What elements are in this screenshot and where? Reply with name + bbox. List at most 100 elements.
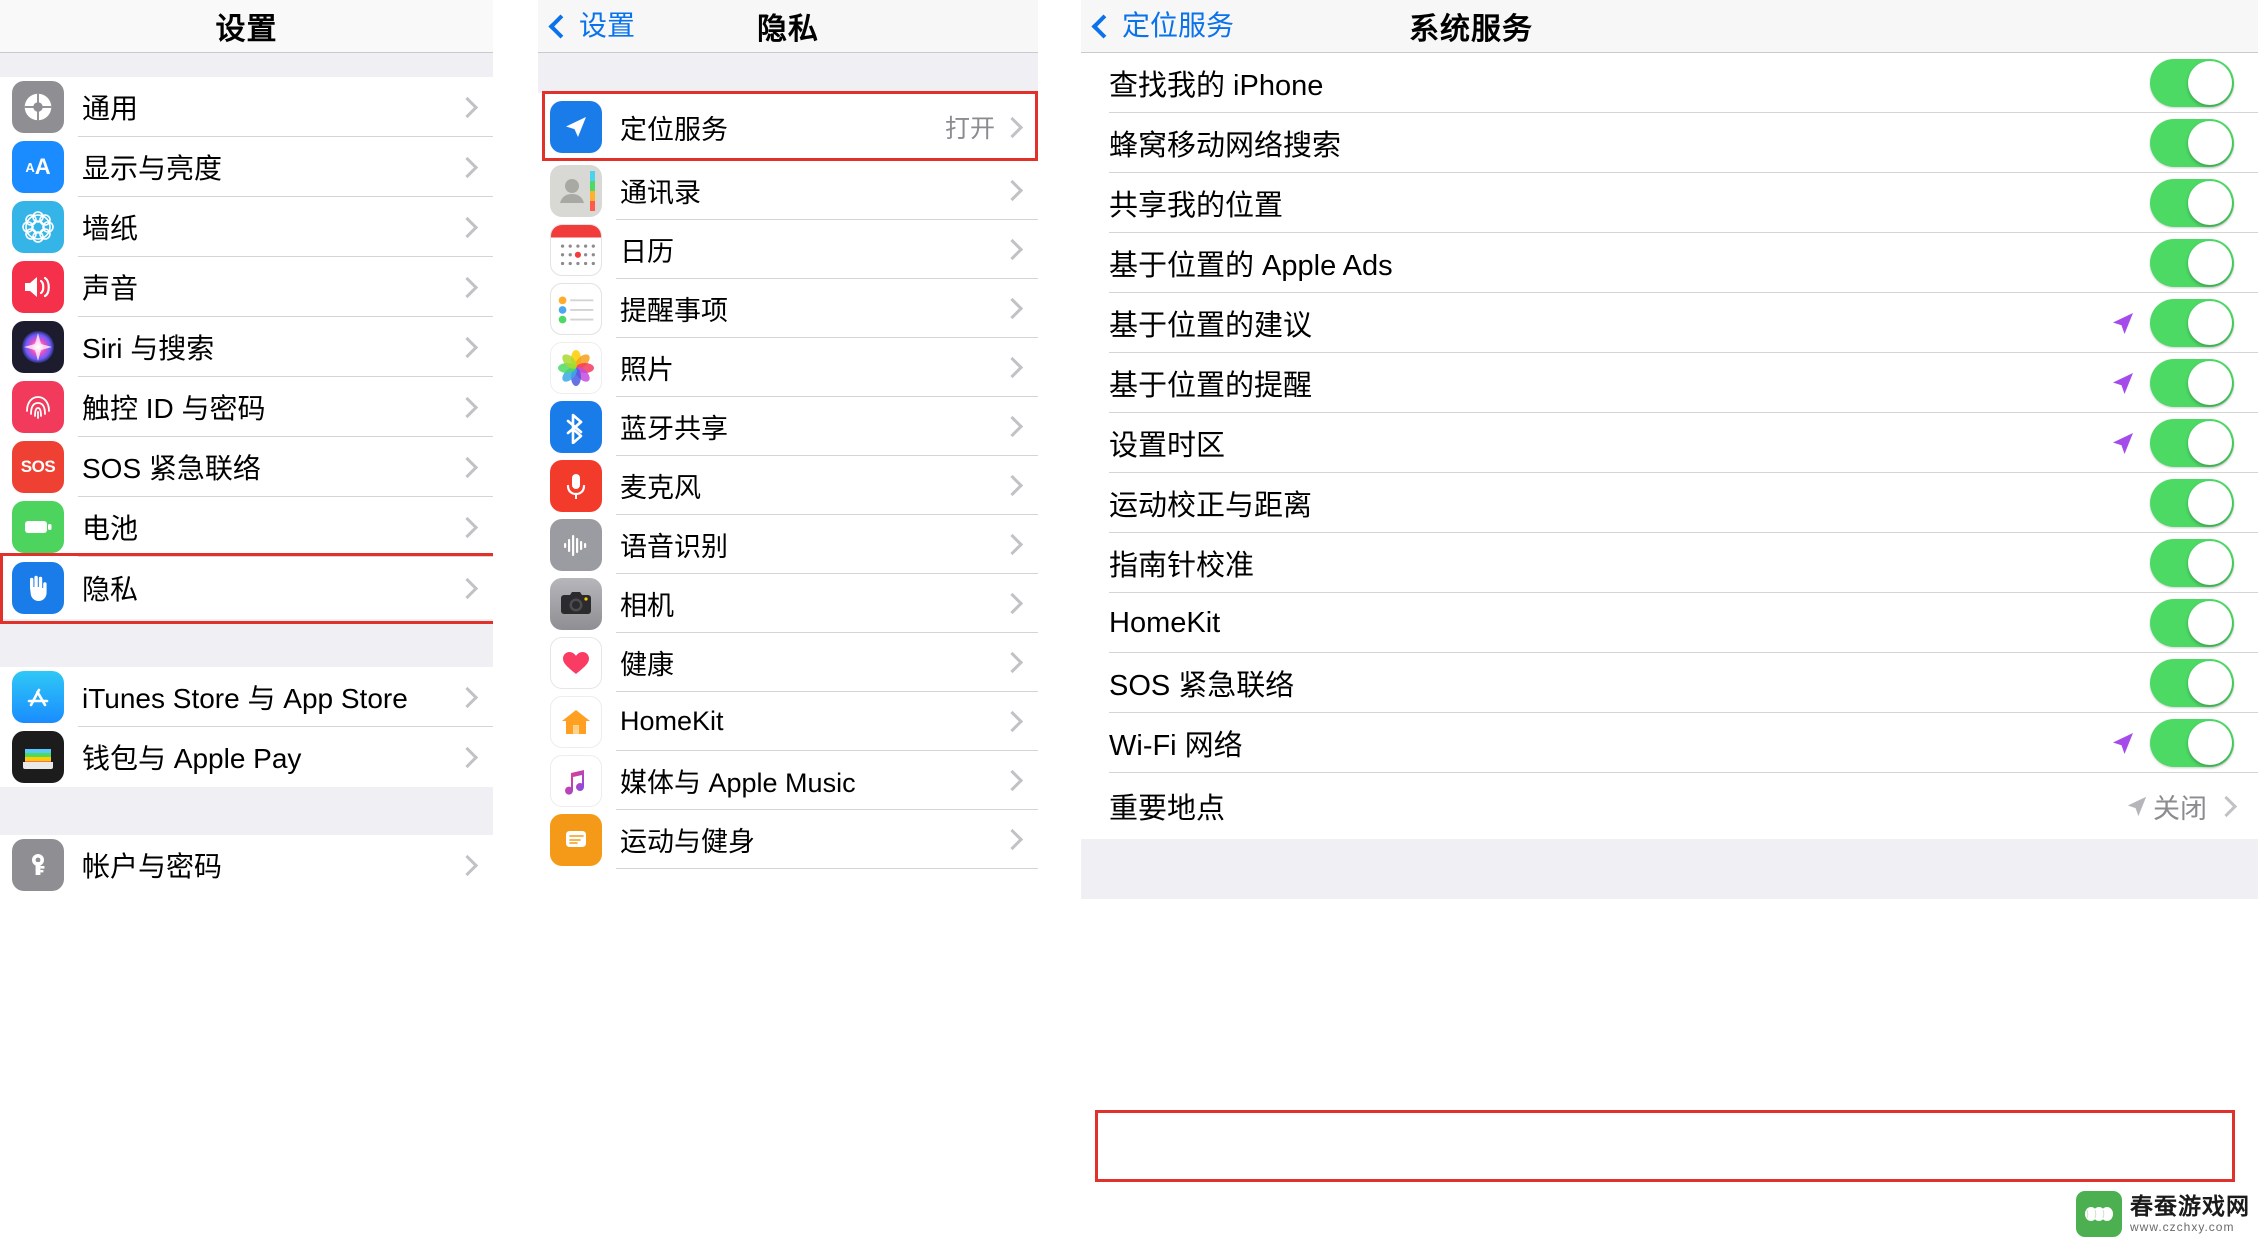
list-item-location-services[interactable]: 定位服务 打开 bbox=[538, 93, 1038, 161]
toggle-find-my-iphone[interactable] bbox=[2150, 59, 2234, 107]
chevron-right-icon bbox=[456, 577, 479, 599]
list-item-homekit[interactable]: HomeKit bbox=[538, 692, 1038, 751]
list-item-label: 共享我的位置 bbox=[1109, 190, 1284, 222]
list-item-homekit[interactable]: HomeKit bbox=[1081, 593, 2258, 653]
significant-locations-highlight-box bbox=[1095, 1110, 2235, 1182]
wallpaper-icon bbox=[12, 201, 64, 253]
chevron-right-icon bbox=[456, 516, 479, 538]
list-item-label: 通讯录 bbox=[620, 178, 701, 208]
list-item-bluetooth[interactable]: 蓝牙共享 bbox=[538, 397, 1038, 456]
list-item-camera[interactable]: 相机 bbox=[538, 574, 1038, 633]
sidebar-item-privacy[interactable]: 隐私 bbox=[0, 557, 493, 619]
list-item-photos[interactable]: 照片 bbox=[538, 338, 1038, 397]
list-item-find-my-iphone[interactable]: 查找我的 iPhone bbox=[1081, 53, 2258, 113]
list-item-location-based-alerts[interactable]: 基于位置的提醒 bbox=[1081, 353, 2258, 413]
list-item-contacts[interactable]: 通讯录 bbox=[538, 161, 1038, 220]
toggle-compass-calibration[interactable] bbox=[2150, 539, 2234, 587]
list-item-sos[interactable]: SOS 紧急联络 bbox=[1081, 653, 2258, 713]
sidebar-item-label: iTunes Store 与 App Store bbox=[82, 683, 408, 714]
toggle-motion-calibration[interactable] bbox=[2150, 479, 2234, 527]
page-title: 设置 bbox=[215, 13, 278, 46]
list-item-label: 麦克风 bbox=[620, 473, 701, 503]
chevron-right-icon bbox=[1001, 592, 1024, 615]
list-item-apple-music[interactable]: 媒体与 Apple Music bbox=[538, 751, 1038, 810]
list-item-compass-calibration[interactable]: 指南针校准 bbox=[1081, 533, 2258, 593]
sos-icon: SOS bbox=[12, 441, 64, 493]
wallet-icon bbox=[12, 731, 64, 783]
bluetooth-icon bbox=[550, 400, 602, 453]
sidebar-item-sounds[interactable]: 声音 bbox=[0, 257, 493, 317]
chevron-right-icon bbox=[1001, 769, 1024, 792]
location-arrow-gray-icon bbox=[2127, 796, 2147, 817]
sidebar-item-accounts[interactable]: 帐户与密码 bbox=[0, 835, 493, 895]
sidebar-item-battery[interactable]: 电池 bbox=[0, 497, 493, 557]
list-item-reminders[interactable]: 提醒事项 bbox=[538, 279, 1038, 338]
back-button[interactable]: 定位服务 bbox=[1091, 12, 1234, 40]
list-item-label: Wi-Fi 网络 bbox=[1109, 730, 1243, 762]
toggle-set-time-zone[interactable] bbox=[2150, 419, 2234, 467]
list-item-wifi-networking[interactable]: Wi-Fi 网络 bbox=[1081, 713, 2258, 773]
list-item-cellular-network-search[interactable]: 蜂窝移动网络搜索 bbox=[1081, 113, 2258, 173]
list-item-location-based-apple-ads[interactable]: 基于位置的 Apple Ads bbox=[1081, 233, 2258, 293]
panel-gap bbox=[493, 0, 538, 1241]
list-item-calendar[interactable]: 日历 bbox=[538, 220, 1038, 279]
toggle-wifi-networking[interactable] bbox=[2150, 719, 2234, 767]
chevron-right-icon bbox=[456, 686, 479, 708]
chevron-right-icon bbox=[1001, 116, 1024, 138]
camera-icon bbox=[550, 577, 602, 630]
list-item-label: 运动与健身 bbox=[620, 827, 755, 857]
list-item-label: 蓝牙共享 bbox=[620, 414, 728, 444]
toggle-location-based-alerts[interactable] bbox=[2150, 359, 2234, 407]
list-item-motion-fitness[interactable]: 运动与健身 bbox=[538, 810, 1038, 869]
sidebar-item-wallpaper[interactable]: 墙纸 bbox=[0, 197, 493, 257]
list-item-label: 定位服务 bbox=[620, 114, 728, 145]
motion-fitness-icon bbox=[550, 813, 602, 866]
chevron-right-icon bbox=[1001, 415, 1024, 438]
list-item-label: 重要地点 bbox=[1109, 793, 1226, 825]
watermark-logo-icon bbox=[2076, 1191, 2122, 1237]
sidebar-item-siri[interactable]: Siri 与搜索 bbox=[0, 317, 493, 377]
watermark-url: www.czchxy.com bbox=[2130, 1220, 2235, 1234]
toggle-cellular-network-search[interactable] bbox=[2150, 119, 2234, 167]
toggle-location-based-suggestions[interactable] bbox=[2150, 299, 2234, 347]
list-item-label: 语音识别 bbox=[620, 532, 728, 562]
list-item-label: SOS 紧急联络 bbox=[1109, 670, 1295, 702]
privacy-navbar: 设置 隐私 bbox=[538, 0, 1038, 53]
list-item-value: 打开 bbox=[944, 115, 995, 143]
list-item-microphone[interactable]: 麦克风 bbox=[538, 456, 1038, 515]
toggle-homekit[interactable] bbox=[2150, 599, 2234, 647]
list-item-value: 关闭 bbox=[2153, 793, 2207, 824]
sidebar-item-itunes-appstore[interactable]: iTunes Store 与 App Store bbox=[0, 667, 493, 727]
list-item-set-time-zone[interactable]: 设置时区 bbox=[1081, 413, 2258, 473]
toggle-location-based-apple-ads[interactable] bbox=[2150, 239, 2234, 287]
list-item-speech-recognition[interactable]: 语音识别 bbox=[538, 515, 1038, 574]
chevron-right-icon bbox=[456, 854, 479, 876]
toggle-share-my-location[interactable] bbox=[2150, 179, 2234, 227]
chevron-right-icon bbox=[1001, 356, 1024, 379]
list-item-location-based-suggestions[interactable]: 基于位置的建议 bbox=[1081, 293, 2258, 353]
location-arrow-purple-icon bbox=[2113, 733, 2133, 754]
list-item-label: 日历 bbox=[620, 237, 674, 267]
toggle-sos[interactable] bbox=[2150, 659, 2234, 707]
privacy-list: 定位服务 打开 通讯录 日历 提醒事项 照片 蓝牙共享 麦克风 语音识别 相机 … bbox=[538, 93, 1038, 869]
list-item-share-my-location[interactable]: 共享我的位置 bbox=[1081, 173, 2258, 233]
list-item-label: 指南针校准 bbox=[1109, 550, 1255, 582]
chevron-right-icon bbox=[1001, 297, 1024, 320]
chevron-right-icon bbox=[1001, 533, 1024, 556]
list-item-label: 查找我的 iPhone bbox=[1109, 70, 1324, 102]
sidebar-item-sos[interactable]: SOS SOS 紧急联络 bbox=[0, 437, 493, 497]
sidebar-item-display[interactable]: AA 显示与亮度 bbox=[0, 137, 493, 197]
list-item-motion-calibration[interactable]: 运动校正与距离 bbox=[1081, 473, 2258, 533]
location-arrow-purple-icon bbox=[2113, 433, 2133, 454]
list-item-significant-locations[interactable]: 重要地点 关闭 bbox=[1081, 773, 2258, 839]
list-item-health[interactable]: 健康 bbox=[538, 633, 1038, 692]
back-button[interactable]: 设置 bbox=[548, 12, 635, 40]
location-arrow-purple-icon bbox=[2113, 373, 2133, 394]
chevron-right-icon bbox=[456, 156, 479, 178]
settings-group-2: iTunes Store 与 App Store 钱包与 Apple Pay bbox=[0, 667, 493, 787]
list-item-label: 相机 bbox=[620, 591, 674, 621]
sidebar-item-wallet[interactable]: 钱包与 Apple Pay bbox=[0, 727, 493, 787]
sidebar-item-touchid[interactable]: 触控 ID 与密码 bbox=[0, 377, 493, 437]
sidebar-item-general[interactable]: 通用 bbox=[0, 77, 493, 137]
list-item-label: 运动校正与距离 bbox=[1109, 490, 1313, 522]
